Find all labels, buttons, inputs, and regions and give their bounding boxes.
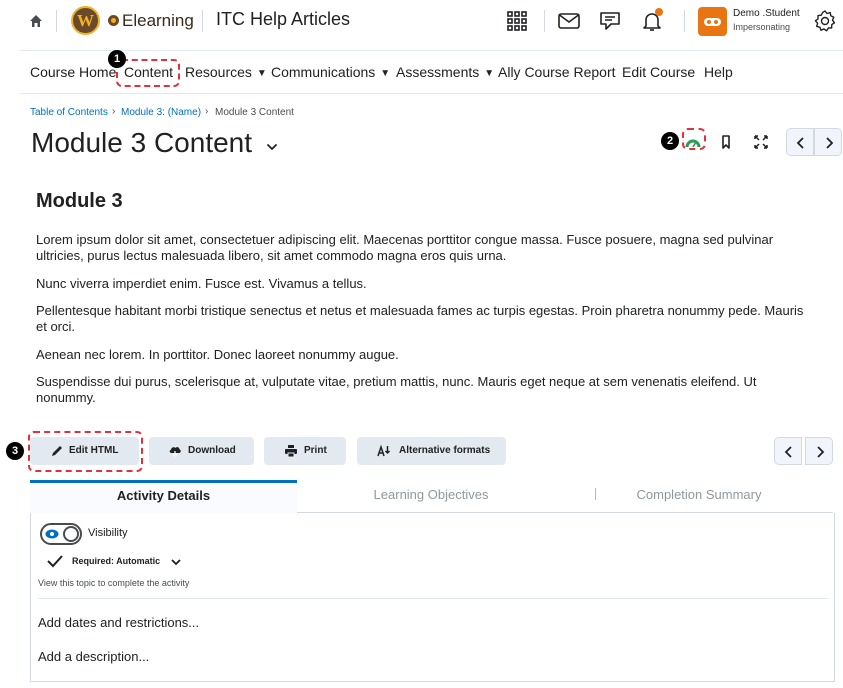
alternative-formats-icon <box>377 444 391 457</box>
alternative-formats-label: Alternative formats <box>399 445 491 456</box>
print-button[interactable]: Print <box>264 437 346 465</box>
chevron-down-icon: ▼ <box>380 68 391 79</box>
download-label: Download <box>188 445 236 456</box>
nav-assessments-label: Assessments <box>396 64 480 80</box>
chevron-right-icon <box>826 137 834 149</box>
content-paragraph: Aenean nec lorem. In porttitor. Donec la… <box>36 347 399 362</box>
nav-communications-label: Communications <box>271 64 376 80</box>
tab-learning-objectives[interactable]: Learning Objectives <box>297 480 565 513</box>
top-bar-divider <box>544 10 545 32</box>
nav-resources-label: Resources <box>185 64 252 80</box>
breadcrumb-module[interactable]: Module 3: (Name) <box>121 107 201 118</box>
print-label: Print <box>304 445 327 456</box>
logo-letter: W <box>77 11 94 30</box>
annotation-box-1 <box>116 59 180 87</box>
toggle-knob <box>63 526 79 542</box>
nav-communications[interactable]: Communications ▼ <box>271 64 390 80</box>
brand-dot-icon <box>108 15 119 26</box>
completion-requirement-label[interactable]: Required: Automatic <box>72 556 160 566</box>
mail-icon[interactable] <box>557 9 581 33</box>
eye-icon <box>45 529 59 539</box>
completion-requirement-hint: View this topic to complete the activity <box>38 578 190 588</box>
nav-resources[interactable]: Resources ▼ <box>185 64 267 80</box>
next-topic-button[interactable] <box>814 128 842 156</box>
course-title[interactable]: ITC Help Articles <box>216 9 350 30</box>
download-button[interactable]: Download <box>149 437 254 465</box>
page-title: Module 3 Content <box>31 127 253 158</box>
gear-icon[interactable] <box>813 9 837 33</box>
avatar[interactable] <box>698 7 727 36</box>
top-bar-divider <box>684 10 685 32</box>
impersonation-mask-icon <box>704 18 721 26</box>
home-icon[interactable] <box>28 13 44 29</box>
chat-icon[interactable] <box>598 9 622 33</box>
printer-icon <box>285 445 297 458</box>
activity-tabs: Activity Details Learning Objectives Com… <box>30 480 833 513</box>
chevron-down-icon[interactable] <box>170 557 182 567</box>
alternative-formats-button[interactable]: Alternative formats <box>357 437 506 465</box>
next-topic-button-bottom[interactable] <box>805 437 833 465</box>
notification-dot-icon <box>655 8 663 16</box>
apps-grid-icon[interactable] <box>505 9 529 33</box>
chevron-down-icon: ▼ <box>484 68 495 79</box>
visibility-label: Visibility <box>88 527 128 539</box>
breadcrumb-current: Module 3 Content <box>215 107 294 118</box>
bookmark-icon[interactable] <box>717 133 735 151</box>
content-paragraph: Suspendisse dui purus, scelerisque at, v… <box>36 374 757 405</box>
breadcrumb-table-of-contents[interactable]: Table of Contents <box>30 107 108 118</box>
checkmark-icon <box>47 555 63 568</box>
nav-assessments[interactable]: Assessments ▼ <box>396 64 494 80</box>
top-bar: W Elearning ITC Help Articles Demo .Stud… <box>0 0 843 44</box>
nav-ally-course-report[interactable]: Ally Course Report <box>498 64 616 80</box>
annotation-box-3 <box>28 431 143 472</box>
previous-topic-button[interactable] <box>786 128 814 156</box>
add-dates-restrictions-link[interactable]: Add dates and restrictions... <box>38 615 199 630</box>
previous-topic-button-bottom[interactable] <box>774 437 802 465</box>
visibility-toggle[interactable] <box>40 523 82 545</box>
annotation-badge-3: 3 <box>6 442 24 460</box>
chevron-right-icon <box>817 446 825 458</box>
top-bar-divider <box>56 10 57 32</box>
chevron-down-icon: ▼ <box>256 68 267 79</box>
fullscreen-icon[interactable] <box>752 133 770 151</box>
top-bar-divider <box>202 10 203 32</box>
add-description-link[interactable]: Add a description... <box>38 649 149 664</box>
navbar-divider-line <box>20 93 843 94</box>
content-paragraph: Lorem ipsum dolor sit amet, consectetuer… <box>36 232 774 263</box>
top-bar-divider-line <box>20 50 843 51</box>
annotation-badge-1: 1 <box>108 50 126 68</box>
nav-edit-course[interactable]: Edit Course <box>622 64 695 80</box>
breadcrumb-separator: › <box>205 106 209 117</box>
content-paragraph: Pellentesque habitant morbi tristique se… <box>36 303 804 334</box>
chevron-left-icon <box>796 137 804 149</box>
annotation-badge-2: 2 <box>661 132 679 150</box>
nav-course-home[interactable]: Course Home <box>30 64 116 80</box>
tab-completion-summary[interactable]: Completion Summary <box>565 480 833 513</box>
user-role: Impersonating <box>733 22 791 32</box>
cloud-download-icon <box>169 447 181 457</box>
brand-name[interactable]: Elearning <box>122 11 194 31</box>
title-chevron-down-icon[interactable] <box>265 140 279 154</box>
content-paragraph: Nunc viverra imperdiet enim. Fusce est. … <box>36 276 367 291</box>
content-heading: Module 3 <box>36 190 123 212</box>
chevron-left-icon <box>784 446 792 458</box>
panel-divider <box>38 598 828 599</box>
annotation-box-2 <box>682 128 706 150</box>
university-logo[interactable]: W <box>71 6 100 35</box>
nav-help[interactable]: Help <box>704 64 733 80</box>
user-name[interactable]: Demo .Student <box>733 8 800 19</box>
tab-activity-details[interactable]: Activity Details <box>30 480 297 513</box>
breadcrumb-separator: › <box>112 106 116 117</box>
